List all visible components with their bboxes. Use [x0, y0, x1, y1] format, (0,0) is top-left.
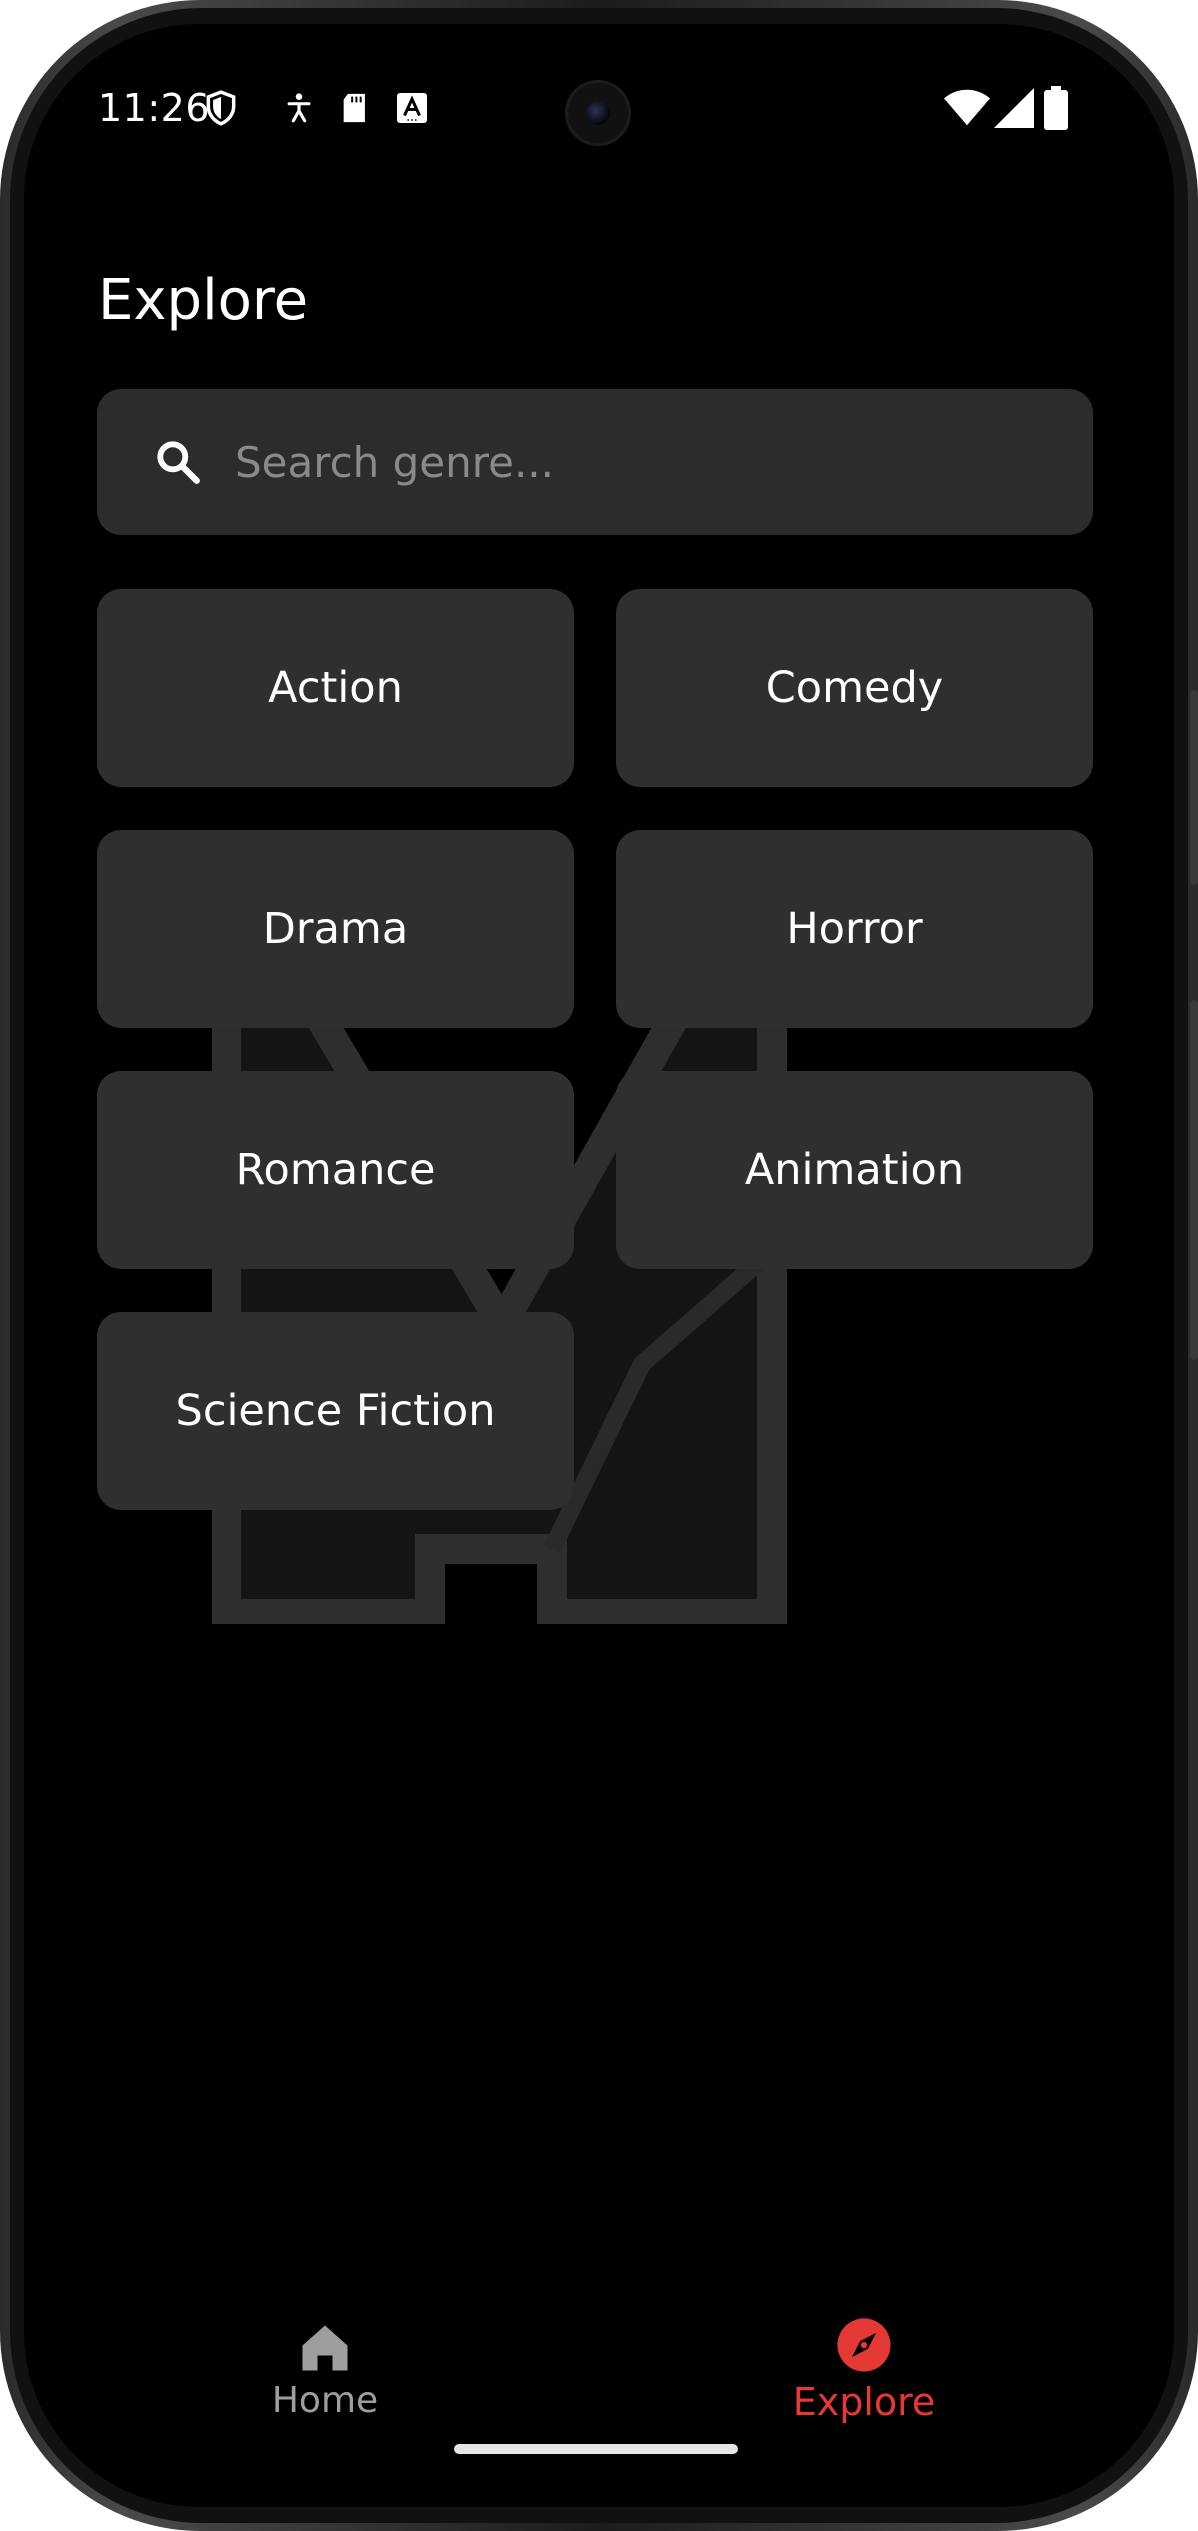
- genre-label: Science Fiction: [175, 1386, 496, 1436]
- genre-label: Drama: [262, 904, 409, 954]
- power-button: [1190, 690, 1198, 885]
- compass-icon: [837, 2318, 891, 2372]
- nav-label-home: Home: [271, 2380, 379, 2421]
- nav-item-home[interactable]: Home: [175, 2284, 475, 2434]
- genre-card-action[interactable]: Action: [97, 589, 574, 787]
- nav-item-explore[interactable]: Explore: [714, 2284, 1014, 2434]
- accessibility-icon: [287, 93, 311, 123]
- battery-icon: [1044, 86, 1068, 130]
- volume-button: [1190, 1000, 1198, 1360]
- genre-card-drama[interactable]: Drama: [97, 830, 574, 1028]
- genre-label: Horror: [786, 904, 923, 954]
- home-icon: [302, 2325, 348, 2371]
- nav-label-explore: Explore: [792, 2380, 936, 2424]
- cell-signal-icon: [994, 88, 1034, 128]
- status-time: 11:26: [98, 86, 211, 130]
- status-bar: 11:26: [24, 24, 1174, 146]
- genre-label: Comedy: [765, 663, 944, 713]
- front-camera: [565, 80, 631, 146]
- keyboard-a-icon: [397, 93, 427, 123]
- genre-card-horror[interactable]: Horror: [616, 830, 1093, 1028]
- search-icon: [157, 441, 200, 484]
- genre-card-comedy[interactable]: Comedy: [616, 589, 1093, 787]
- genre-label: Romance: [235, 1145, 436, 1195]
- search-input[interactable]: [235, 389, 1055, 535]
- genre-card-romance[interactable]: Romance: [97, 1071, 574, 1269]
- search-bar[interactable]: [97, 389, 1093, 535]
- page-title: Explore: [98, 268, 309, 333]
- home-indicator[interactable]: [454, 2444, 738, 2454]
- screen: 11:26 Explore Search genre... Action Com…: [24, 24, 1174, 2507]
- wifi-icon: [944, 89, 990, 126]
- sd-card-icon: [343, 93, 365, 123]
- genre-label: Animation: [744, 1145, 965, 1195]
- genre-card-science-fiction[interactable]: Science Fiction: [97, 1312, 574, 1510]
- genre-card-animation[interactable]: Animation: [616, 1071, 1093, 1269]
- shield-icon: [206, 90, 236, 126]
- genre-label: Action: [268, 663, 403, 713]
